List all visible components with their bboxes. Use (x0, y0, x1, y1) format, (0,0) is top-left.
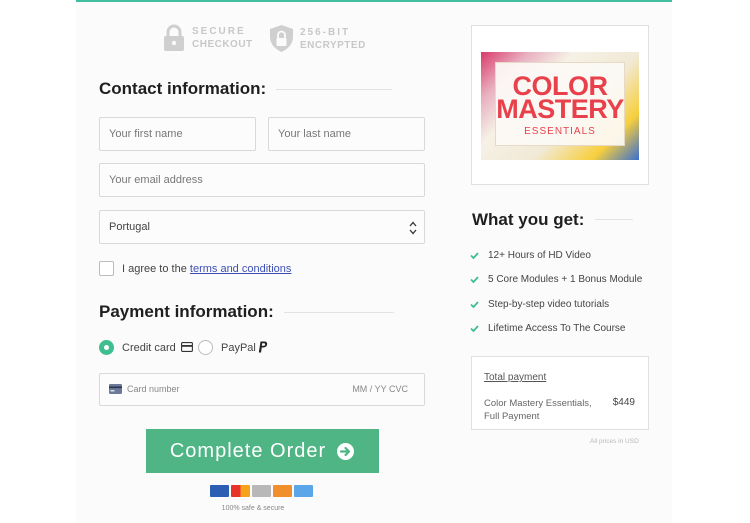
first-name-input[interactable]: Your first name (99, 117, 256, 151)
encrypted-label: ENCRYPTED (300, 39, 366, 51)
contact-heading-rule (276, 89, 392, 90)
check-icon (470, 301, 479, 308)
lock-icon (164, 24, 184, 51)
what-you-get-rule (595, 219, 633, 220)
feature-label: Step-by-step video tutorials (488, 299, 610, 310)
secure-checkout-badge: SECURE CHECKOUT (162, 24, 253, 52)
terms-link[interactable]: terms and conditions (190, 263, 292, 275)
card-brands (210, 485, 313, 497)
card-number-placeholder: Card number (127, 384, 180, 394)
secure-label: SECURE (192, 26, 246, 37)
feature-label: Lifetime Access To The Course (488, 323, 626, 334)
safe-secure-text: 100% safe & secure (221, 505, 285, 512)
complete-order-label: Complete Order (169, 439, 327, 462)
card-icon (109, 384, 122, 394)
feature-label: 12+ Hours of HD Video (488, 250, 591, 261)
summary-item-line2: Full Payment (484, 411, 540, 422)
terms-checkbox[interactable] (99, 261, 114, 276)
paypal-icon (258, 341, 268, 353)
encrypted-badge: 256-BIT ENCRYPTED (269, 24, 366, 53)
credit-card-label: Credit card (122, 342, 176, 354)
credit-card-radio[interactable] (99, 340, 114, 355)
payment-heading: Payment information: (99, 302, 274, 321)
email-placeholder: Your email address (109, 174, 203, 186)
arrow-circle-right-icon (337, 442, 355, 460)
mastercard-icon (231, 485, 250, 497)
credit-card-icon (181, 342, 193, 352)
first-name-placeholder: Your first name (109, 128, 183, 140)
product-title-line2: MASTERY (496, 94, 624, 124)
product-card: COLOR MASTERY ESSENTIALS (471, 25, 649, 185)
top-accent-bar (76, 0, 672, 2)
product-image: COLOR MASTERY ESSENTIALS (481, 52, 639, 160)
check-icon (470, 325, 479, 332)
bit-label: 256-BIT (300, 26, 351, 38)
country-value: Portugal (109, 221, 150, 233)
amex-icon (252, 485, 271, 497)
check-icon (470, 252, 479, 259)
country-select[interactable]: Portugal (99, 210, 425, 244)
what-you-get-heading: What you get: (472, 210, 585, 229)
complete-order-button[interactable]: Complete Order (146, 429, 379, 473)
discover-icon (273, 485, 292, 497)
paypal-radio[interactable] (198, 340, 213, 355)
currency-note: All prices in USD (590, 438, 639, 445)
feature-item: Step-by-step video tutorials (470, 299, 609, 310)
product-title-line3: ESSENTIALS (524, 126, 596, 137)
feature-item: 5 Core Modules + 1 Bonus Module (470, 274, 642, 285)
payment-summary: Total payment Color Mastery Essentials, … (471, 356, 649, 430)
visa-icon (210, 485, 229, 497)
terms-agreement: I agree to the terms and conditions (122, 263, 291, 275)
email-input[interactable]: Your email address (99, 163, 425, 197)
feature-item: Lifetime Access To The Course (470, 323, 625, 334)
card-number-input[interactable]: Card number MM / YY CVC (99, 373, 425, 406)
summary-item: Color Mastery Essentials, Full Payment (484, 397, 604, 423)
paypal-label: PayPal (221, 342, 256, 354)
contact-heading: Contact information: (99, 79, 267, 98)
shield-lock-icon (270, 25, 293, 52)
select-arrows-icon (409, 221, 417, 235)
check-icon (470, 276, 479, 283)
checkout-label: CHECKOUT (192, 39, 253, 50)
agree-text: I agree to the (122, 263, 187, 275)
last-name-input[interactable]: Your last name (268, 117, 425, 151)
feature-label: 5 Core Modules + 1 Bonus Module (488, 274, 643, 285)
payment-heading-rule (284, 312, 394, 313)
summary-item-line1: Color Mastery Essentials, (484, 398, 592, 409)
unionpay-icon (294, 485, 313, 497)
feature-item: 12+ Hours of HD Video (470, 250, 591, 261)
summary-price: $449 (612, 397, 635, 408)
last-name-placeholder: Your last name (278, 128, 351, 140)
expiry-cvc-placeholder: MM / YY CVC (352, 384, 408, 394)
total-payment-title: Total payment (484, 372, 547, 383)
